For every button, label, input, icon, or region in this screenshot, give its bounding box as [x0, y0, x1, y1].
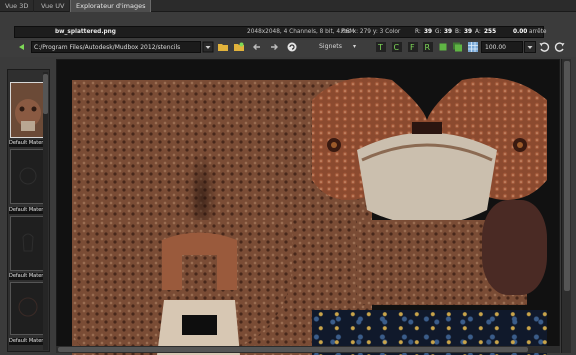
arrow-left-icon[interactable] [251, 41, 263, 53]
folder-star-icon[interactable] [233, 41, 245, 53]
signets-label: Signets [319, 43, 342, 50]
zoom-dropdown-icon[interactable] [524, 41, 536, 53]
thumbnail-label-3: Default Materia [9, 273, 47, 280]
signets-dropdown[interactable]: Signets ▾ [317, 41, 363, 53]
green-value: 39 [444, 29, 453, 35]
red-value: 39 [424, 29, 433, 35]
square-green-icon[interactable] [437, 41, 449, 53]
alpha-value: 255 [484, 29, 497, 35]
grid-icon[interactable] [467, 41, 479, 53]
layers-icon[interactable] [451, 41, 463, 53]
signets-dropdown-icon: ▾ [353, 43, 357, 50]
thumbnail-label-1: Default Materia [9, 140, 47, 147]
vertical-scrollbar[interactable] [561, 59, 571, 353]
uv-island-dark [482, 200, 547, 295]
mode-t-icon[interactable]: T [375, 41, 387, 53]
extra-value: 0.00 [513, 29, 528, 35]
thumbnail-scroll-thumb[interactable] [43, 74, 48, 114]
red-label: R: [415, 29, 421, 35]
alpha-label: A: [475, 29, 481, 35]
thumbnail-1[interactable] [10, 82, 46, 138]
thumbnail-label-4: Default Materia [9, 338, 47, 345]
mode-r-icon[interactable]: R [422, 41, 434, 53]
image-canvas[interactable] [56, 59, 560, 355]
svg-text:R: R [425, 43, 431, 52]
back-green-arrow-icon[interactable] [15, 41, 27, 53]
svg-text:T: T [377, 43, 383, 52]
cursor-position: Pos x: 279 y: 3 Color [341, 29, 401, 35]
horizontal-scroll-thumb[interactable] [58, 347, 528, 352]
folder-open-icon[interactable] [217, 41, 229, 53]
redo-icon[interactable] [554, 41, 566, 53]
thumbnail-3[interactable] [10, 216, 46, 271]
jaw-texture [157, 232, 240, 355]
tab-image-browser[interactable]: Explorateur d'images [70, 0, 152, 12]
svg-text:C: C [394, 43, 400, 52]
vertical-scroll-thumb[interactable] [564, 61, 570, 291]
refresh-icon[interactable] [286, 41, 298, 53]
image-info-bar: bw_splattered.png 2048x2048, 4 Channels,… [14, 26, 547, 38]
blue-value: 39 [464, 29, 473, 35]
dropdown-arrow-icon[interactable] [202, 41, 214, 53]
image-filename: bw_splattered.png [55, 29, 116, 35]
svg-text:F: F [410, 43, 415, 52]
zoom-input[interactable]: 100.00 [481, 41, 523, 53]
image-details: 2048x2048, 4 Channels, 8 bit, 4.06M [247, 29, 355, 35]
mode-f-icon[interactable]: F [407, 41, 419, 53]
green-label: G: [435, 29, 442, 35]
undo-icon[interactable] [538, 41, 550, 53]
thumbnail-4[interactable] [10, 282, 46, 335]
thumbnail-scrollbar[interactable] [43, 72, 48, 350]
tab-3d-view[interactable]: Vue 3D [0, 0, 35, 12]
tab-uv-view[interactable]: Vue UV [36, 0, 71, 12]
blue-label: B: [455, 29, 461, 35]
extra-label: arrête [529, 29, 547, 35]
horizontal-scrollbar[interactable] [56, 346, 560, 353]
arrow-right-icon[interactable] [268, 41, 280, 53]
path-input[interactable]: C:/Program Files/Autodesk/Mudbox 2012/st… [31, 41, 201, 53]
thumbnail-label-2: Default Materia [9, 207, 47, 214]
thumbnail-2[interactable] [10, 149, 46, 204]
mode-c-icon[interactable]: C [391, 41, 403, 53]
